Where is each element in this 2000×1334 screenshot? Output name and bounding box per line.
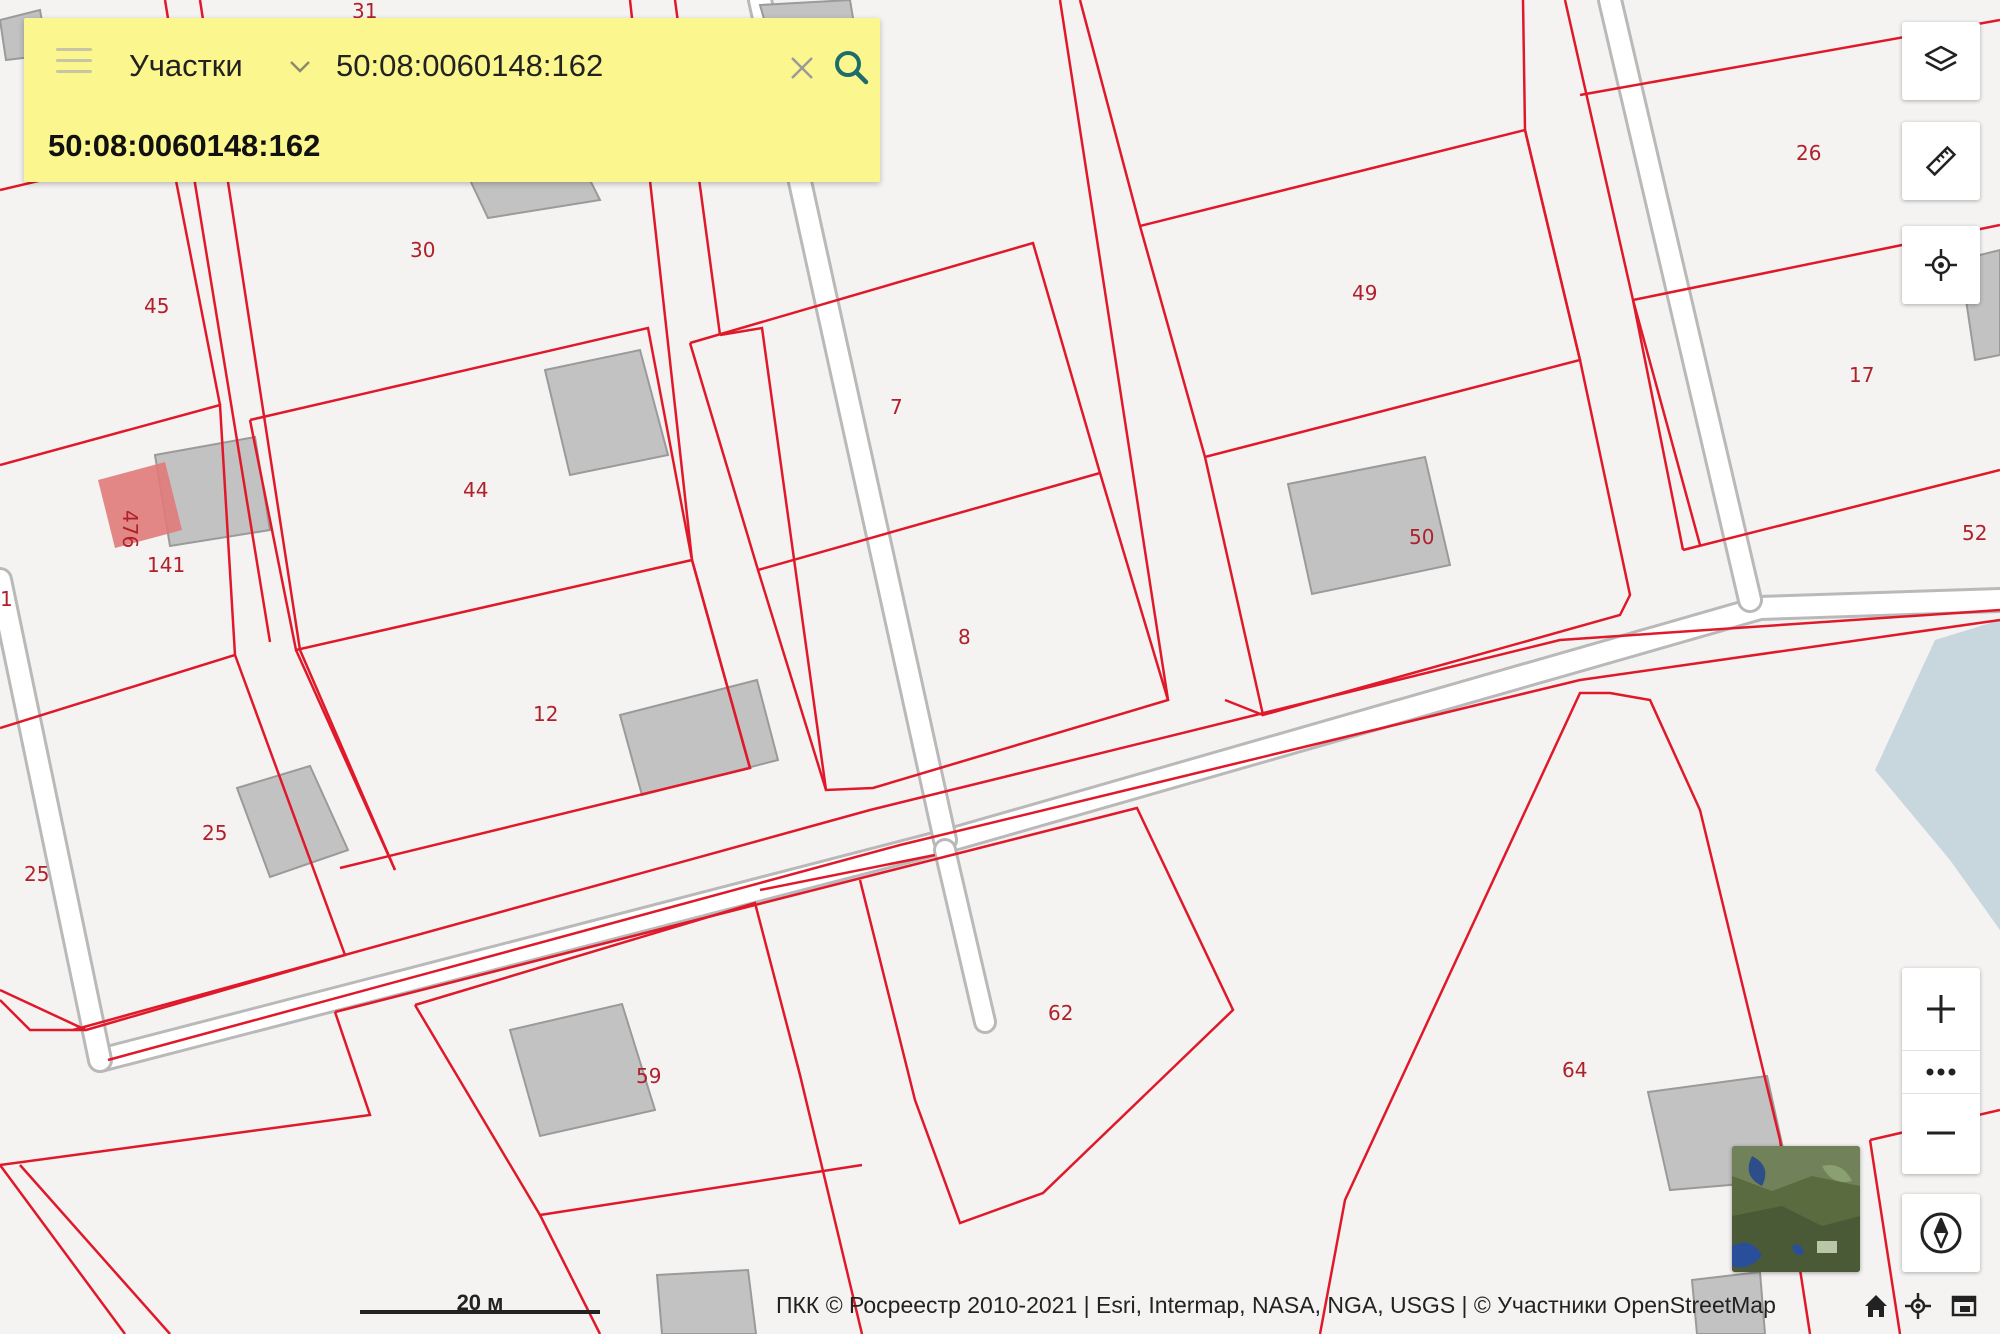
plot-label: 50: [1409, 525, 1434, 549]
zoom-controls: [1902, 968, 1980, 1174]
layers-button[interactable]: [1902, 22, 1980, 100]
plot-label: 52: [1962, 521, 1987, 545]
plot-label: 141: [147, 553, 185, 577]
plot-label: 64: [1562, 1058, 1587, 1082]
plot-label: 59: [636, 1064, 661, 1088]
plot-label: 7: [890, 395, 903, 419]
plot-label: 26: [1796, 141, 1821, 165]
search-panel: Участки 50:08:0060148:162: [24, 18, 880, 182]
plot-label: 25: [24, 862, 49, 886]
more-icon: [1926, 1068, 1956, 1076]
zoom-in-icon: [1927, 995, 1955, 1023]
zoom-in-button[interactable]: [1902, 968, 1980, 1050]
search-input[interactable]: [336, 44, 776, 88]
plot-label: 17: [1849, 363, 1874, 387]
plot-label: 25: [202, 821, 227, 845]
chevron-down-icon[interactable]: [288, 54, 312, 78]
scale-bar: 20 м: [360, 1290, 600, 1315]
plot-label: 49: [1352, 281, 1377, 305]
window-icon[interactable]: [1950, 1292, 1978, 1320]
plot-label: 1: [0, 587, 13, 611]
plot-label: 62: [1048, 1001, 1073, 1025]
plot-label: 30: [410, 238, 435, 262]
attribution[interactable]: ПКК © Росреестр 2010-2021 | Esri, Interm…: [776, 1292, 1776, 1319]
zoom-out-button[interactable]: [1902, 1092, 1980, 1174]
plot-label: 476: [118, 510, 142, 548]
search-result[interactable]: 50:08:0060148:162: [48, 128, 320, 164]
locate-icon: [1925, 249, 1957, 281]
layer-select[interactable]: Участки: [129, 46, 243, 86]
minimap[interactable]: [1732, 1146, 1860, 1272]
plot-label: 45: [144, 294, 169, 318]
plot-label: 12: [533, 702, 558, 726]
measure-button[interactable]: [1902, 122, 1980, 200]
home-icon[interactable]: [1862, 1292, 1890, 1320]
more-button[interactable]: [1902, 1050, 1980, 1094]
scale-line: [360, 1310, 600, 1314]
crosshair-icon[interactable]: [1904, 1292, 1932, 1320]
compass-button[interactable]: [1902, 1194, 1980, 1272]
zoom-out-icon: [1927, 1131, 1955, 1135]
ruler-icon: [1925, 145, 1957, 177]
compass-icon: [1920, 1212, 1962, 1254]
plot-label: 8: [958, 625, 971, 649]
layers-icon: [1924, 45, 1958, 72]
cadastral-map[interactable]: 31 30 45 44 141 476 12 25 25 7 8 49 50 2…: [0, 0, 2000, 1334]
locate-button[interactable]: [1902, 226, 1980, 304]
menu-icon[interactable]: [56, 48, 92, 78]
search-icon[interactable]: [832, 48, 870, 86]
clear-icon[interactable]: [788, 54, 816, 82]
plot-label: 44: [463, 478, 488, 502]
